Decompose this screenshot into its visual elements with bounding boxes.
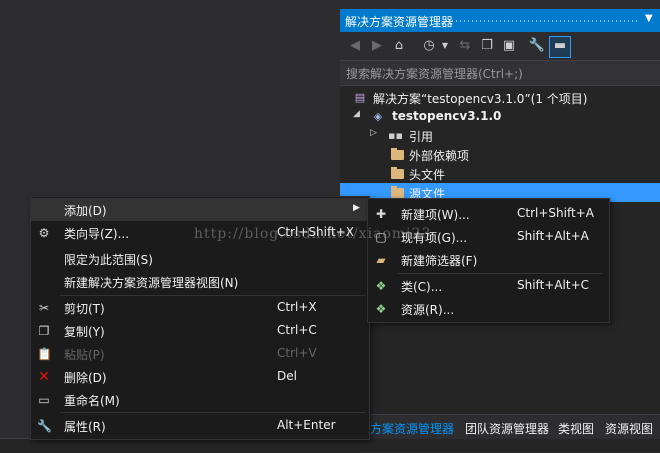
collapsed-arrow-icon[interactable]: ▷ [370, 128, 377, 138]
panel-title: 解决方案资源管理器 [345, 15, 454, 29]
cpp-project-icon: ◈ [373, 110, 383, 123]
panel-tab-strip: 方案资源管理器 团队资源管理器 类视图 资源视图 [362, 414, 660, 439]
collapse-all-icon[interactable]: ❐ [478, 37, 496, 55]
menu-item-delete[interactable]: ✕ 删除(D) Del [31, 365, 369, 388]
menu-item-scope-to-this[interactable]: 限定为此范围(S) [31, 247, 369, 270]
copy-icon: ❐ [38, 324, 50, 338]
dropdown-arrow-icon[interactable]: ▼ [645, 13, 653, 24]
menu-item-add[interactable]: 添加(D) ▶ [31, 198, 369, 221]
lower-panel-edge [0, 438, 360, 453]
folder-icon [391, 186, 404, 198]
forward-icon[interactable]: ▶ [368, 37, 386, 55]
home-icon[interactable]: ⌂ [390, 37, 408, 55]
new-filter-icon: ▰ [376, 253, 386, 267]
scissors-icon: ✂ [38, 301, 50, 315]
tab-solution-explorer[interactable]: 方案资源管理器 [370, 420, 454, 437]
solution-icon: ▤ [354, 91, 366, 104]
submenu-item-new-item[interactable]: ✚ 新建项(W)... Ctrl+Shift+A [368, 202, 609, 225]
rename-icon: ▭ [38, 393, 50, 407]
tab-class-view[interactable]: 类视图 [558, 420, 594, 437]
tree-item-references[interactable]: ▷ ▪▪ 引用 [340, 126, 660, 145]
sync-icon[interactable]: ⇆ [456, 37, 474, 55]
class-icon: ❖ [375, 279, 387, 293]
class-wizard-icon: ⚙ [38, 226, 50, 240]
wrench-icon: 🔧 [37, 419, 52, 433]
search-placeholder: 搜索解决方案资源管理器(Ctrl+;) [346, 67, 523, 81]
tree-item-header-files[interactable]: 头文件 [340, 164, 660, 183]
solution-explorer-toolbar: ◀ ▶ ⌂ ◷ ▼ ⇆ ❐ ▣ 🔧 ▬ [340, 32, 660, 60]
solution-explorer-title-bar[interactable]: 解决方案资源管理器 ▼ [340, 9, 660, 32]
menu-item-paste[interactable]: 📋 粘贴(P) Ctrl+V [31, 342, 369, 365]
folder-icon [391, 167, 404, 179]
menu-item-copy[interactable]: ❐ 复制(Y) Ctrl+C [31, 319, 369, 342]
paste-icon: 📋 [37, 347, 52, 361]
menu-item-cut[interactable]: ✂ 剪切(T) Ctrl+X [31, 296, 369, 319]
tree-item-solution[interactable]: ▤ 解决方案“testopencv3.1.0”(1 个项目) [340, 88, 660, 107]
title-bar-grip [452, 20, 637, 22]
submenu-arrow-icon: ▶ [353, 203, 360, 213]
add-submenu: ✚ 新建项(W)... Ctrl+Shift+A ▢ 现有项(G)... Shi… [367, 198, 610, 323]
submenu-item-class[interactable]: ❖ 类(C)... Shift+Alt+C [368, 274, 609, 297]
submenu-item-new-filter[interactable]: ▰ 新建筛选器(F) [368, 248, 609, 271]
history-dropdown-icon[interactable]: ▼ [436, 37, 454, 55]
properties-wrench-icon[interactable]: 🔧 [528, 37, 546, 55]
solution-explorer-search-box[interactable]: 搜索解决方案资源管理器(Ctrl+;) [340, 60, 660, 86]
tab-resource-view[interactable]: 资源视图 [605, 420, 653, 437]
resource-icon: ❖ [375, 302, 387, 316]
watermark-text: http://blog.csdn.net/xiaomi23 [194, 226, 432, 242]
menu-separator [60, 412, 365, 413]
tree-item-external-deps[interactable]: 外部依赖项 [340, 145, 660, 164]
delete-icon: ✕ [38, 369, 50, 385]
menu-item-new-explorer-view[interactable]: 新建解决方案资源管理器视图(N) [31, 270, 369, 293]
menu-item-properties[interactable]: 🔧 属性(R) Alt+Enter [31, 414, 369, 437]
folder-icon [391, 148, 404, 160]
tab-team-explorer[interactable]: 团队资源管理器 [465, 420, 549, 437]
back-icon[interactable]: ◀ [346, 37, 364, 55]
menu-item-rename[interactable]: ▭ 重命名(M) [31, 388, 369, 411]
preview-selected-icon[interactable]: ▬ [549, 36, 571, 58]
show-all-files-icon[interactable]: ▣ [500, 37, 518, 55]
new-item-icon: ✚ [375, 207, 387, 221]
submenu-item-resource[interactable]: ❖ 资源(R)... [368, 297, 609, 320]
references-icon: ▪▪ [388, 129, 403, 142]
expanded-arrow-icon[interactable]: ◢ [353, 109, 360, 119]
tree-item-project[interactable]: ◢ ◈ testopencv3.1.0 [340, 107, 660, 126]
